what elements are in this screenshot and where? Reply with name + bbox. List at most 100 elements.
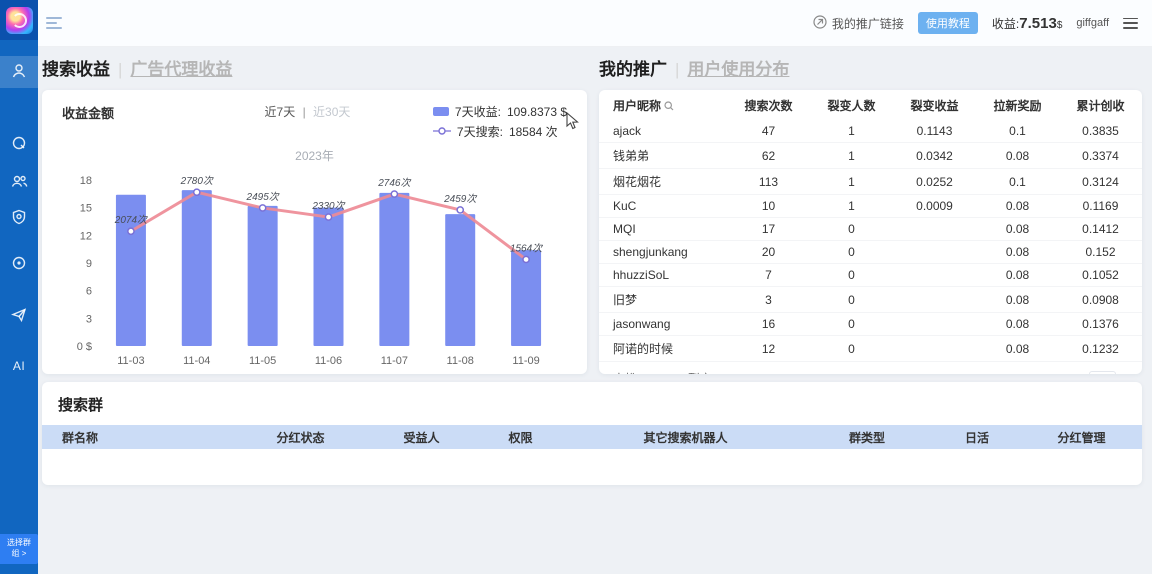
fission-income xyxy=(893,218,976,241)
search-count: 113 xyxy=(727,169,810,195)
svg-text:2495次: 2495次 xyxy=(246,191,280,203)
fission-income xyxy=(893,287,976,313)
line-point-11-08[interactable] xyxy=(457,207,463,213)
search-count: 62 xyxy=(727,143,810,169)
svg-text:11-03: 11-03 xyxy=(117,355,144,367)
bar-11-04[interactable] xyxy=(182,190,212,346)
revenue-display: 收益:7.513$ xyxy=(992,15,1062,32)
fission-count[interactable]: 1 xyxy=(810,195,893,218)
user-nickname[interactable]: hhuzziSoL xyxy=(599,264,727,287)
fission-count[interactable]: 1 xyxy=(810,120,893,143)
tab-my-promotion[interactable]: 我的推广 xyxy=(599,55,667,80)
table-footer: 直推: 2655 裂变: 4 1▾ › xyxy=(599,362,1142,374)
page-select[interactable]: 1▾ xyxy=(1089,371,1116,375)
topbar: 我的推广链接 使用教程 收益:7.513$ giffgaff xyxy=(38,0,1152,47)
svg-text:1564次: 1564次 xyxy=(510,242,543,254)
promotion-stats: 直推: 2655 裂变: 4 xyxy=(613,370,739,374)
col-fission-income: 裂变收益 xyxy=(893,90,976,120)
sidebar-item-send[interactable] xyxy=(0,300,38,332)
sidebar-item-record[interactable] xyxy=(0,248,38,280)
chat-icon xyxy=(11,135,27,154)
table-row: shengjunkang2000.080.152 xyxy=(599,241,1142,264)
revenue-unit: $ xyxy=(1057,20,1063,31)
tutorial-badge[interactable]: 使用教程 xyxy=(918,12,978,34)
fission-count[interactable]: 0 xyxy=(810,241,893,264)
sidebar-item-team[interactable] xyxy=(0,166,38,198)
bar-11-09[interactable] xyxy=(511,250,541,346)
total-income: 0.3124 xyxy=(1059,169,1142,195)
table-row: 阿诺的时候1200.080.1232 xyxy=(599,336,1142,362)
search-count: 17 xyxy=(727,218,810,241)
float-note-line2: 组 > xyxy=(1,549,37,560)
line-point-11-06[interactable] xyxy=(325,214,331,220)
user-nickname: jasonwang xyxy=(599,313,727,336)
user-nickname[interactable]: ajack xyxy=(599,120,727,143)
col-searches: 搜索次数 xyxy=(727,90,810,120)
sidebar-item-ai[interactable]: AI xyxy=(0,350,38,382)
bar-11-05[interactable] xyxy=(248,206,278,346)
user-nickname[interactable]: KuC xyxy=(599,195,727,218)
range-tabs: 近7天 | 近30天 xyxy=(182,103,433,120)
fission-value: 4 xyxy=(718,372,725,374)
col-total-income: 累计创收 xyxy=(1059,90,1142,120)
line-point-11-09[interactable] xyxy=(523,256,529,262)
fission-count[interactable]: 0 xyxy=(810,287,893,313)
chart-title: 收益金额 xyxy=(62,103,182,122)
promo-link-label: 我的推广链接 xyxy=(832,15,904,32)
chart-legend: 7天收益: 109.8373 $ 7天搜索: 18584 次 xyxy=(433,103,567,143)
bar-11-08[interactable] xyxy=(445,214,475,346)
fission-count[interactable]: 1 xyxy=(810,169,893,195)
fission-count[interactable]: 0 xyxy=(810,313,893,336)
promotion-table-card: 用户昵称 搜索次数 裂变人数 裂变收益 拉新奖励 累计创收 ajack4710.… xyxy=(599,90,1142,374)
fission-count[interactable]: 0 xyxy=(810,336,893,362)
search-icon[interactable] xyxy=(664,100,674,114)
table-row: MQI1700.080.1412 xyxy=(599,218,1142,241)
svg-text:2780次: 2780次 xyxy=(180,175,214,187)
search-count: 20 xyxy=(727,241,810,264)
table-row: hhuzziSoL700.080.1052 xyxy=(599,264,1142,287)
app-logo[interactable] xyxy=(0,0,38,40)
search-count: 7 xyxy=(727,264,810,287)
line-point-11-05[interactable] xyxy=(260,205,266,211)
fission-count[interactable]: 0 xyxy=(810,264,893,287)
search-count: 12 xyxy=(727,336,810,362)
range-30days[interactable]: 近30天 xyxy=(313,105,350,119)
sidebar-item-chat[interactable] xyxy=(0,128,38,160)
total-income: 0.3835 xyxy=(1059,120,1142,143)
line-point-11-04[interactable] xyxy=(194,189,200,195)
sidebar-item-security[interactable] xyxy=(0,202,38,234)
bar-11-06[interactable] xyxy=(314,208,344,346)
fission-count[interactable]: 0 xyxy=(810,218,893,241)
user-nickname: 烟花烟花 xyxy=(599,169,727,195)
fission-income xyxy=(893,336,976,362)
next-page-button[interactable]: › xyxy=(1126,372,1130,375)
group-col-0: 群名称 xyxy=(42,429,229,446)
collapse-menu-icon[interactable] xyxy=(46,17,62,29)
promo-link[interactable]: 我的推广链接 xyxy=(813,15,904,32)
group-col-3: 权限 xyxy=(471,429,570,446)
tab-search-revenue[interactable]: 搜索收益 xyxy=(42,55,110,80)
bar-11-07[interactable] xyxy=(379,193,409,346)
col-nickname[interactable]: 用户昵称 xyxy=(599,90,727,120)
line-point-11-07[interactable] xyxy=(391,191,397,197)
range-7days[interactable]: 近7天 xyxy=(265,105,296,119)
account-name[interactable]: giffgaff xyxy=(1076,17,1109,29)
tab-ad-agency-revenue[interactable]: 广告代理收益 xyxy=(130,55,232,80)
fission-label: 裂变: xyxy=(688,372,715,374)
group-col-2: 受益人 xyxy=(372,429,471,446)
tab-usage-distribution[interactable]: 用户使用分布 xyxy=(687,55,789,80)
user-nickname[interactable]: 钱弟弟 xyxy=(599,143,727,169)
referral-reward: 0.08 xyxy=(976,241,1059,264)
legend-income-value: 109.8373 $ xyxy=(507,105,567,119)
table-row: ajack4710.11430.10.3835 xyxy=(599,120,1142,143)
revenue-bar-line-chart[interactable]: 1815129630 $2074次2780次2495次2330次2746次245… xyxy=(62,166,567,374)
group-helper-float[interactable]: 选择群 组 > xyxy=(0,534,38,564)
hamburger-menu-icon[interactable] xyxy=(1123,18,1138,29)
line-point-11-03[interactable] xyxy=(128,228,134,234)
user-nickname: 旧梦 xyxy=(599,287,727,313)
search-group-title: 搜索群 xyxy=(42,394,1142,415)
svg-text:11-04: 11-04 xyxy=(183,355,210,367)
sidebar-item-user[interactable] xyxy=(0,56,38,88)
fission-count[interactable]: 1 xyxy=(810,143,893,169)
fission-income xyxy=(893,241,976,264)
